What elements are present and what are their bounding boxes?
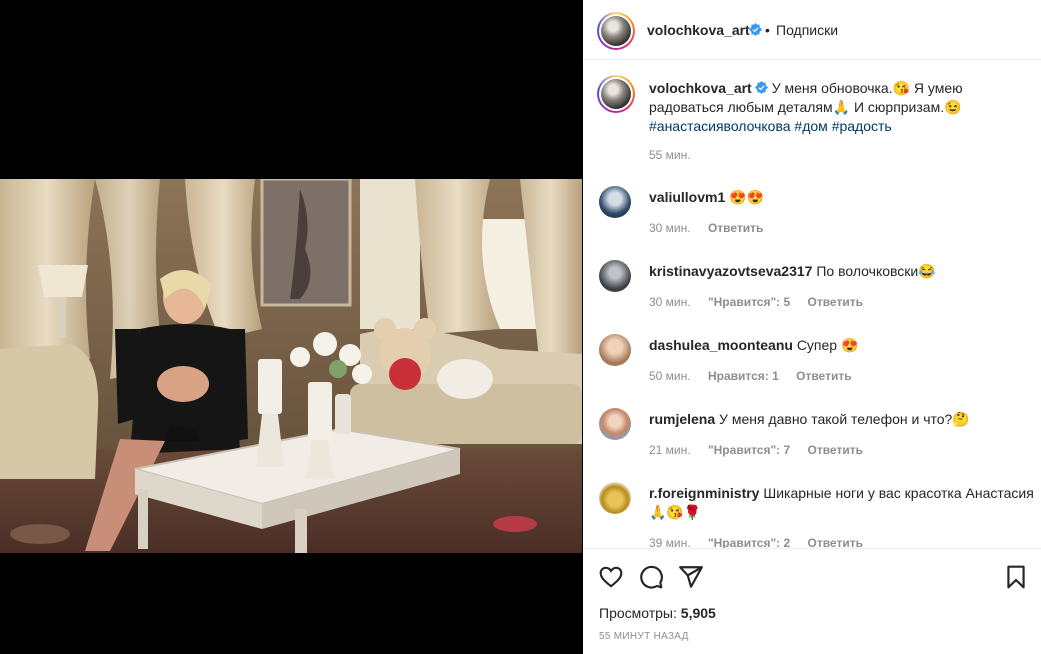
hashtag-link[interactable]: #дом <box>794 118 827 134</box>
comment-item: rumjelena У меня давно такой телефон и ч… <box>583 406 1041 476</box>
comment-icon[interactable] <box>638 564 664 590</box>
caption-timestamp[interactable]: 55 мин. <box>649 148 691 162</box>
heart-icon[interactable] <box>598 564 624 590</box>
comment-text-block: rumjelena У меня давно такой телефон и ч… <box>649 410 1034 429</box>
comment-text-block: valiullovm1 😍😍 <box>649 188 1034 207</box>
caption-username[interactable]: volochkova_art <box>649 80 752 96</box>
comment-reply-button[interactable]: Ответить <box>796 369 851 383</box>
comment-likes[interactable]: "Нравится": 7 <box>708 443 790 457</box>
comment-meta: 39 мин. "Нравится": 2 Ответить <box>649 536 877 548</box>
comment-text-block: kristinavyazovtseva2317 По волочковски😂 <box>649 262 1034 281</box>
comment-body: У меня давно такой телефон и что?🤔 <box>719 411 970 427</box>
bookmark-icon[interactable] <box>1003 564 1029 590</box>
comment-likes[interactable]: "Нравится": 2 <box>708 536 790 548</box>
views-counter: Просмотры: 5,905 <box>599 605 716 621</box>
post-timestamp[interactable]: 55 МИНУТ НАЗАД <box>599 631 689 642</box>
comment-body: По волочковски😂 <box>816 263 936 279</box>
post-side-panel: volochkova_art • Подписки volochkova_art… <box>583 0 1041 654</box>
comment-meta: 50 мин. Нравится: 1 Ответить <box>649 369 866 383</box>
post-header: volochkova_art • Подписки <box>583 0 1041 60</box>
commenter-avatar[interactable] <box>599 408 631 440</box>
comment-item: kristinavyazovtseva2317 По волочковски😂 … <box>583 258 1041 328</box>
comment-meta: 30 мин. "Нравится": 5 Ответить <box>649 295 877 309</box>
commenter-username[interactable]: valiullovm1 <box>649 189 725 205</box>
comment-body: 😍😍 <box>729 189 765 205</box>
caption-text-block: volochkova_art У меня обновочка.😘 Я умею … <box>649 79 1034 136</box>
comment-likes[interactable]: Нравится: 1 <box>708 369 779 383</box>
commenter-username[interactable]: rumjelena <box>649 411 715 427</box>
comment-item: valiullovm1 😍😍 30 мин. Ответить <box>583 184 1041 254</box>
comment-likes[interactable]: "Нравится": 5 <box>708 295 790 309</box>
post-video[interactable] <box>0 179 582 553</box>
comment-time[interactable]: 21 мин. <box>649 443 691 457</box>
views-count: 5,905 <box>680 605 716 621</box>
comment-reply-button[interactable]: Ответить <box>808 536 863 548</box>
verified-badge-icon <box>754 81 768 94</box>
author-username[interactable]: volochkova_art <box>647 22 750 38</box>
comment-text-block: r.foreignministry Шикарные ноги у вас кр… <box>649 484 1034 522</box>
commenter-avatar[interactable] <box>599 482 631 514</box>
comment-text-block: dashulea_moonteanu Супер 😍 <box>649 336 1034 355</box>
comment-time[interactable]: 30 мин. <box>649 295 691 309</box>
post-actions-bar: Просмотры: 5,905 55 МИНУТ НАЗАД <box>583 548 1041 654</box>
comment-time[interactable]: 30 мин. <box>649 221 691 235</box>
comment-item: r.foreignministry Шикарные ноги у вас кр… <box>583 480 1041 548</box>
comment-meta: 21 мин. "Нравится": 7 Ответить <box>649 443 877 457</box>
comment-reply-button[interactable]: Ответить <box>808 443 863 457</box>
commenter-username[interactable]: kristinavyazovtseva2317 <box>649 263 812 279</box>
verified-badge-icon <box>749 23 762 36</box>
share-icon[interactable] <box>678 564 704 590</box>
comment-item: dashulea_moonteanu Супер 😍 50 мин. Нрави… <box>583 332 1041 402</box>
comment-body: Супер 😍 <box>796 337 859 353</box>
author-avatar[interactable] <box>597 12 635 50</box>
commenter-username[interactable]: r.foreignministry <box>649 485 759 501</box>
comment-time[interactable]: 39 мин. <box>649 536 691 548</box>
commenter-avatar[interactable] <box>599 186 631 218</box>
caption-author-avatar[interactable] <box>597 75 635 113</box>
hashtag-link[interactable]: #анастасияволочкова <box>649 118 791 134</box>
following-button[interactable]: Подписки <box>776 22 838 38</box>
separator-dot: • <box>765 22 770 38</box>
commenter-avatar[interactable] <box>599 260 631 292</box>
comment-reply-button[interactable]: Ответить <box>708 221 763 235</box>
views-label: Просмотры: <box>599 605 677 621</box>
commenter-username[interactable]: dashulea_moonteanu <box>649 337 793 353</box>
comment-time[interactable]: 50 мин. <box>649 369 691 383</box>
post-media-area <box>0 0 582 654</box>
comments-list[interactable]: valiullovm1 😍😍 30 мин. Ответить kristina… <box>583 172 1041 548</box>
hashtag-link[interactable]: #радость <box>832 118 892 134</box>
comment-meta: 30 мин. Ответить <box>649 221 777 235</box>
comment-reply-button[interactable]: Ответить <box>808 295 863 309</box>
commenter-avatar[interactable] <box>599 334 631 366</box>
video-frame-illustration <box>0 179 582 553</box>
